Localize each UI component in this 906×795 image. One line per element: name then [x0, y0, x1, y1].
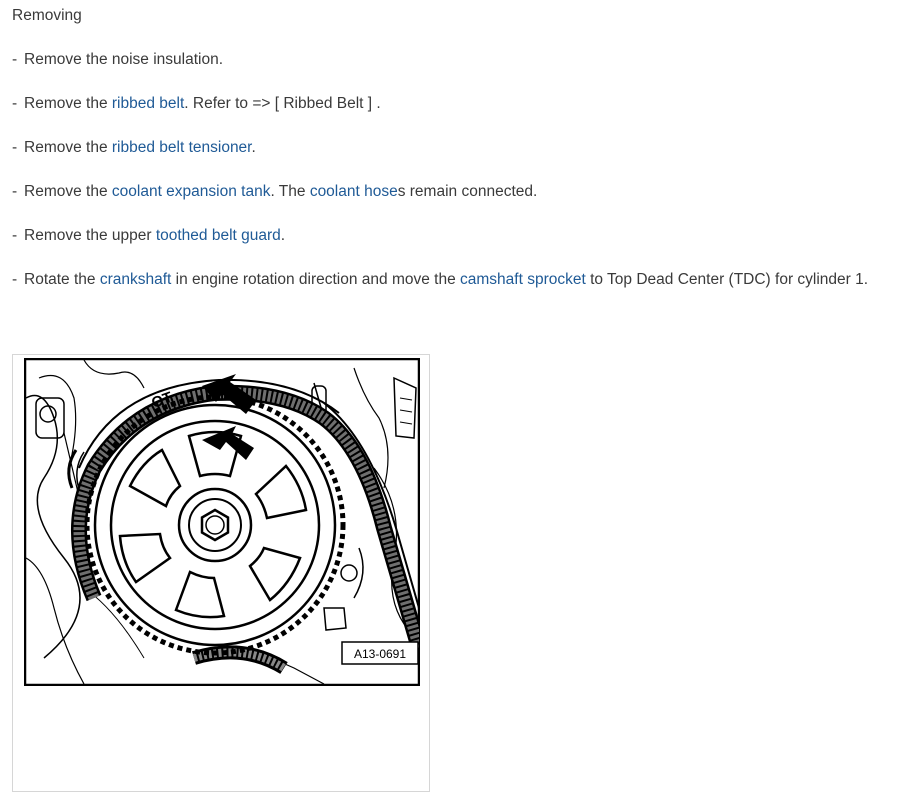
step-text: Remove the: [24, 95, 112, 112]
step-text: .: [280, 227, 286, 244]
step-text: . The: [270, 183, 310, 200]
step-item: - Remove the upper toothed belt guard.: [12, 226, 868, 270]
step-text: . Refer to => [ Ribbed Belt ] .: [184, 95, 381, 112]
step-item: - Remove the noise insulation.: [12, 50, 868, 94]
step-item: - Rotate the crankshaft in engine rotatio…: [12, 270, 868, 314]
step-text: Rotate the: [24, 271, 100, 288]
step-text: s remain connected.: [397, 183, 538, 200]
step-text: in engine rotation direction and move th…: [171, 271, 461, 288]
step-text: to Top Dead Center (TDC) for cylinder 1.: [585, 271, 869, 288]
step-bullet: -: [12, 95, 18, 112]
step-bullet: -: [12, 183, 18, 200]
heading: Removing: [12, 7, 82, 24]
step-link[interactable]: ribbed belt tensioner: [112, 139, 252, 156]
step-text: Remove the noise insulation.: [24, 51, 224, 68]
step-item: - Remove the ribbed belt. Refer to => [ R…: [12, 94, 868, 138]
procedure-steps: - Remove the noise insulation. - Remove the…: [12, 50, 868, 314]
step-link[interactable]: coolant hose: [310, 183, 398, 200]
step-link[interactable]: camshaft sprocket: [460, 271, 586, 288]
figure-label-text: A13-0691: [354, 647, 406, 661]
step-text: Remove the: [24, 183, 112, 200]
step-bullet: -: [12, 139, 18, 156]
step-item: - Remove the coolant expansion tank. The …: [12, 182, 868, 226]
step-link[interactable]: coolant expansion tank: [112, 183, 271, 200]
step-bullet: -: [12, 51, 18, 68]
step-text: Remove the: [24, 139, 112, 156]
step-link[interactable]: crankshaft: [100, 271, 172, 288]
step-text: .: [251, 139, 256, 156]
camshaft-sprocket-illustration: OT A13-0691: [24, 358, 420, 686]
step-link[interactable]: ribbed belt: [112, 95, 184, 112]
step-text: Remove the upper: [24, 227, 156, 244]
step-bullet: -: [12, 227, 18, 244]
step-item: - Remove the ribbed belt tensioner.: [12, 138, 868, 182]
step-bullet: -: [12, 271, 18, 288]
figure-label: A13-0691: [341, 641, 419, 665]
step-link[interactable]: toothed belt guard: [156, 227, 281, 244]
figure-frame: OT A13-0691: [12, 354, 430, 792]
